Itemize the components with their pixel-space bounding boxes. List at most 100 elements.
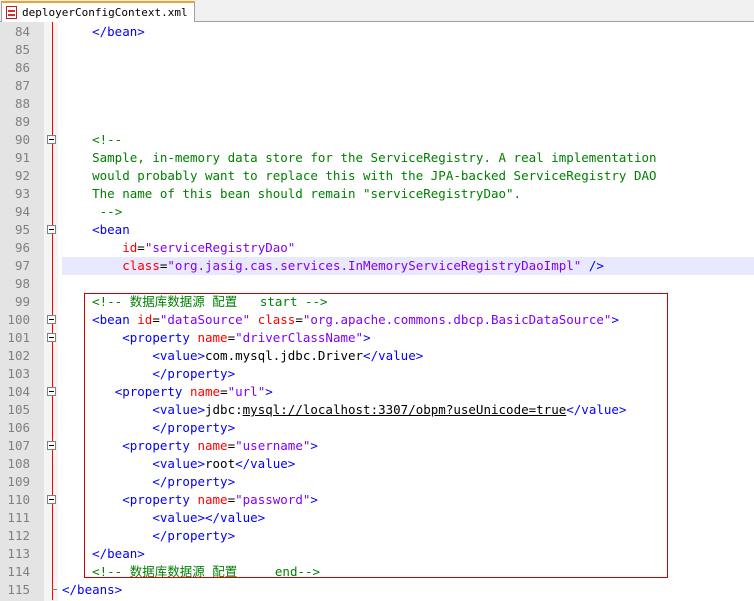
code-line[interactable]: 91 Sample, in-memory data store for the … [0,149,754,167]
code-line[interactable]: 95 <bean [0,221,754,239]
token-attr: id [122,240,138,255]
token-tag: </value> [566,402,627,417]
fold-collapse-icon[interactable] [47,315,56,324]
code-text: The name of this bean should remain "ser… [62,185,521,203]
line-number: 96 [14,240,30,255]
code-line[interactable]: 90 <!-- [0,131,754,149]
token-com: The name of this bean should remain "ser… [92,186,522,201]
code-text: id="serviceRegistryDao" [62,239,295,257]
code-line[interactable]: 114 <!-- 数据库数据源 配置 end--> [0,563,754,581]
code-line[interactable]: 107 <property name="username"> [0,437,754,455]
code-line[interactable]: 109 </property> [0,473,754,491]
code-text: --> [62,203,123,221]
token-attr: name [197,438,228,453]
code-line[interactable]: 113 </bean> [0,545,754,563]
fold-collapse-icon[interactable] [47,495,56,504]
line-number: 107 [7,438,30,453]
fold-collapse-icon[interactable] [47,333,56,342]
code-line[interactable]: 104 <property name="url"> [0,383,754,401]
fold-collapse-icon[interactable] [47,387,56,396]
code-line[interactable]: 85 [0,41,754,59]
line-number: 101 [7,330,30,345]
token-tag: > [265,384,273,399]
token-tag: > [310,492,318,507]
line-number: 92 [14,168,30,183]
token-tag: <value></value> [152,510,266,525]
code-text: <!-- [62,131,122,149]
code-line[interactable]: 94 --> [0,203,754,221]
token-str: "org.apache.commons.dbcp.BasicDataSource… [302,312,612,327]
code-line[interactable]: 108 <value>root</value> [0,455,754,473]
line-number: 90 [14,132,30,147]
token-tag: </value> [363,348,424,363]
line-number: 109 [7,474,30,489]
line-number: 114 [7,564,30,579]
fold-collapse-icon[interactable] [47,135,56,144]
file-tab[interactable]: deployerConfigContext.xml [1,1,195,22]
code-line[interactable]: 103 </property> [0,365,754,383]
code-text: <value>root</value> [62,455,295,473]
code-line[interactable]: 97 class="org.jasig.cas.services.InMemor… [0,257,754,275]
fold-end-marker [52,589,57,590]
line-number: 104 [7,384,30,399]
code-line[interactable]: 112 </property> [0,527,754,545]
code-line[interactable]: 110 <property name="password"> [0,491,754,509]
line-number: 113 [7,546,30,561]
token-str: "driverClassName" [235,330,364,345]
code-text: <property name="url"> [62,383,273,401]
token-tag: </bean> [92,24,145,39]
token-str: "url" [227,384,266,399]
code-text: <property name="username"> [62,437,318,455]
fold-collapse-icon[interactable] [47,225,56,234]
token-tag: /> [581,258,604,273]
token-com: would probably want to replace this with… [92,168,657,183]
code-line[interactable]: 98 [0,275,754,293]
line-number: 87 [14,78,30,93]
line-number: 100 [7,312,30,327]
code-line[interactable]: 92 would probably want to replace this w… [0,167,754,185]
code-line[interactable]: 99 <!-- 数据库数据源 配置 start --> [0,293,754,311]
code-line[interactable]: 88 [0,95,754,113]
code-line[interactable]: 89 [0,113,754,131]
line-number: 105 [7,402,30,417]
code-line[interactable]: 87 [0,77,754,95]
line-number: 106 [7,420,30,435]
code-line[interactable]: 101 <property name="driverClassName"> [0,329,754,347]
token-tag: <bean [92,222,130,237]
token-attr: class [122,258,160,273]
code-line[interactable]: 93 The name of this bean should remain "… [0,185,754,203]
code-line[interactable]: 102 <value>com.mysql.jdbc.Driver</value> [0,347,754,365]
code-line[interactable]: 111 <value></value> [0,509,754,527]
code-text: <!-- 数据库数据源 配置 start --> [62,293,327,311]
line-number: 88 [14,96,30,111]
code-text: would probably want to replace this with… [62,167,657,185]
code-line[interactable]: 86 [0,59,754,77]
token-tag: <value> [152,348,205,363]
code-text: </property> [62,365,235,383]
code-text: <property name="password"> [62,491,318,509]
code-text: </beans> [62,581,122,599]
code-text: class="org.jasig.cas.services.InMemorySe… [62,257,604,275]
code-line[interactable]: 96 id="serviceRegistryDao" [0,239,754,257]
code-line[interactable]: 84 </bean> [0,23,754,41]
code-line[interactable]: 100 <bean id="dataSource" class="org.apa… [0,311,754,329]
fold-collapse-icon[interactable] [47,441,56,450]
code-line[interactable]: 106 </property> [0,419,754,437]
token-tag: </value> [235,456,296,471]
code-line[interactable]: 105 <value>jdbc:mysql://localhost:3307/o… [0,401,754,419]
line-number: 112 [7,528,30,543]
token-com: Sample, in-memory data store for the Ser… [92,150,657,165]
token-tag: <property [114,384,190,399]
file-tab-label: deployerConfigContext.xml [22,6,188,19]
code-text: <value>com.mysql.jdbc.Driver</value> [62,347,423,365]
token-com: <!-- 数据库数据源 配置 end--> [92,564,321,579]
code-line[interactable]: 115 </beans> [0,581,754,599]
code-text: <property name="driverClassName"> [62,329,370,347]
